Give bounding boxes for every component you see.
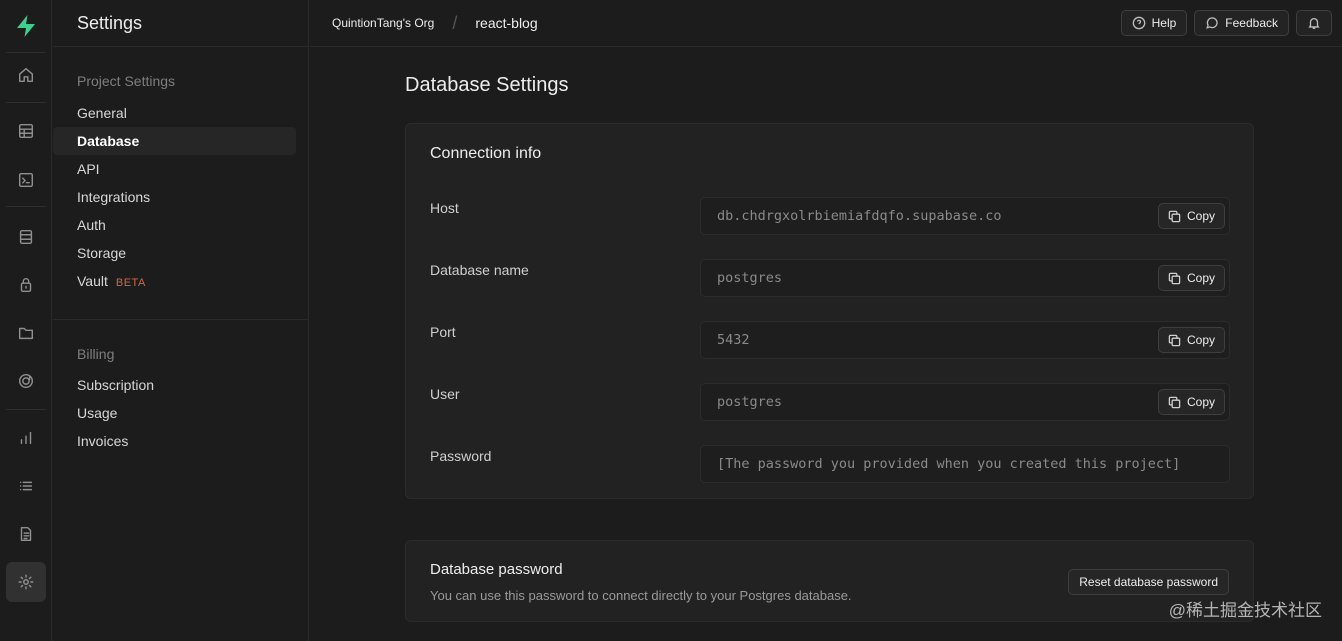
port-field[interactable]: 5432 Copy <box>700 321 1230 359</box>
feedback-icon <box>1206 17 1218 29</box>
sidebar-item-api[interactable]: API <box>53 155 296 183</box>
database-name-field[interactable]: postgres Copy <box>700 259 1230 297</box>
home-icon[interactable] <box>6 55 46 95</box>
user-field[interactable]: postgres Copy <box>700 383 1230 421</box>
rail-divider <box>6 409 46 410</box>
user-value: postgres <box>717 394 783 410</box>
rail-divider <box>6 102 46 103</box>
top-bar: QuintionTang's Org / react-blog Help Fee… <box>310 0 1342 47</box>
copy-label: Copy <box>1186 209 1215 223</box>
auth-lock-icon[interactable] <box>6 265 46 305</box>
billing-heading: Billing <box>77 346 115 362</box>
sidebar-item-database[interactable]: Database <box>53 127 296 155</box>
database-password-card: Database password You can use this passw… <box>405 540 1254 622</box>
help-icon <box>1132 16 1145 30</box>
sidebar-title: Settings <box>53 0 308 47</box>
copy-icon <box>1168 210 1181 222</box>
database-icon[interactable] <box>6 217 46 257</box>
table-editor-icon[interactable] <box>6 111 46 151</box>
copy-user-button[interactable]: Copy <box>1157 389 1225 415</box>
sidebar-item-storage[interactable]: Storage <box>53 239 296 267</box>
host-label: Host <box>430 200 459 216</box>
breadcrumb-project[interactable]: react-blog <box>475 15 537 31</box>
watermark: @稀土掘金技术社区 <box>1168 601 1322 620</box>
port-label: Port <box>430 324 456 340</box>
top-actions: Help Feedback <box>1120 10 1332 36</box>
reset-database-password-button[interactable]: Reset database password <box>1068 569 1229 595</box>
settings-icon[interactable] <box>6 562 46 602</box>
sidebar-item-auth[interactable]: Auth <box>53 211 296 239</box>
sidebar-item-integrations[interactable]: Integrations <box>53 183 296 211</box>
host-field[interactable]: db.chdrgxolrbiemiafdqfo.supabase.co Copy <box>700 197 1230 235</box>
password-value: [The password you provided when you crea… <box>717 456 1181 472</box>
breadcrumb-separator: / <box>452 12 458 33</box>
copy-label: Copy <box>1186 395 1215 409</box>
bell-icon <box>1308 17 1320 29</box>
sidebar-item-invoices[interactable]: Invoices <box>53 427 296 455</box>
project-settings-heading: Project Settings <box>77 73 176 89</box>
sidebar-item-general[interactable]: General <box>53 99 296 127</box>
password-label: Password <box>430 448 492 464</box>
sidebar-item-usage[interactable]: Usage <box>53 399 296 427</box>
user-label: User <box>430 386 460 402</box>
main-content: Database Settings Connection info Host d… <box>310 48 1342 641</box>
help-button[interactable]: Help <box>1120 10 1188 36</box>
page-title: Database Settings <box>405 74 569 96</box>
sidebar-item-vault-label: Vault <box>77 273 108 289</box>
storage-icon[interactable] <box>6 313 46 353</box>
reports-icon[interactable] <box>6 418 46 458</box>
api-icon[interactable] <box>6 361 46 401</box>
database-name-label: Database name <box>430 262 529 278</box>
sidebar-divider <box>53 319 308 320</box>
rail-divider <box>6 52 46 53</box>
project-settings-list: General Database API Integrations Auth S… <box>53 99 308 295</box>
copy-label: Copy <box>1186 271 1215 285</box>
database-name-value: postgres <box>717 270 783 286</box>
sql-editor-icon[interactable] <box>6 160 46 200</box>
database-password-description: You can use this password to connect dir… <box>430 588 852 603</box>
copy-database-name-button[interactable]: Copy <box>1157 265 1225 291</box>
copy-label: Copy <box>1186 333 1215 347</box>
icon-rail <box>0 0 52 641</box>
sidebar-item-vault[interactable]: Vault BETA <box>53 267 296 295</box>
help-label: Help <box>1151 16 1177 30</box>
rail-divider <box>6 206 46 207</box>
logs-icon[interactable] <box>6 466 46 506</box>
connection-info-card: Connection info Host db.chdrgxolrbiemiaf… <box>405 123 1254 499</box>
sidebar-item-subscription[interactable]: Subscription <box>53 371 296 399</box>
copy-icon <box>1168 396 1181 408</box>
settings-sidebar: Settings Project Settings General Databa… <box>53 0 309 641</box>
beta-badge: BETA <box>115 277 146 289</box>
notifications-button[interactable] <box>1296 10 1332 36</box>
connection-info-title: Connection info <box>430 145 542 162</box>
feedback-label: Feedback <box>1225 16 1278 30</box>
copy-icon <box>1168 334 1181 346</box>
copy-port-button[interactable]: Copy <box>1157 327 1225 353</box>
copy-icon <box>1168 272 1181 284</box>
copy-host-button[interactable]: Copy <box>1157 203 1225 229</box>
breadcrumb-org[interactable]: QuintionTang's Org <box>332 16 434 30</box>
host-value: db.chdrgxolrbiemiafdqfo.supabase.co <box>717 208 1002 224</box>
port-value: 5432 <box>717 332 750 348</box>
billing-list: Subscription Usage Invoices <box>53 371 308 455</box>
feedback-button[interactable]: Feedback <box>1194 10 1289 36</box>
database-password-title: Database password <box>430 561 563 578</box>
password-field[interactable]: [The password you provided when you crea… <box>700 445 1230 483</box>
supabase-logo-icon[interactable] <box>12 12 40 40</box>
docs-icon[interactable] <box>6 514 46 554</box>
